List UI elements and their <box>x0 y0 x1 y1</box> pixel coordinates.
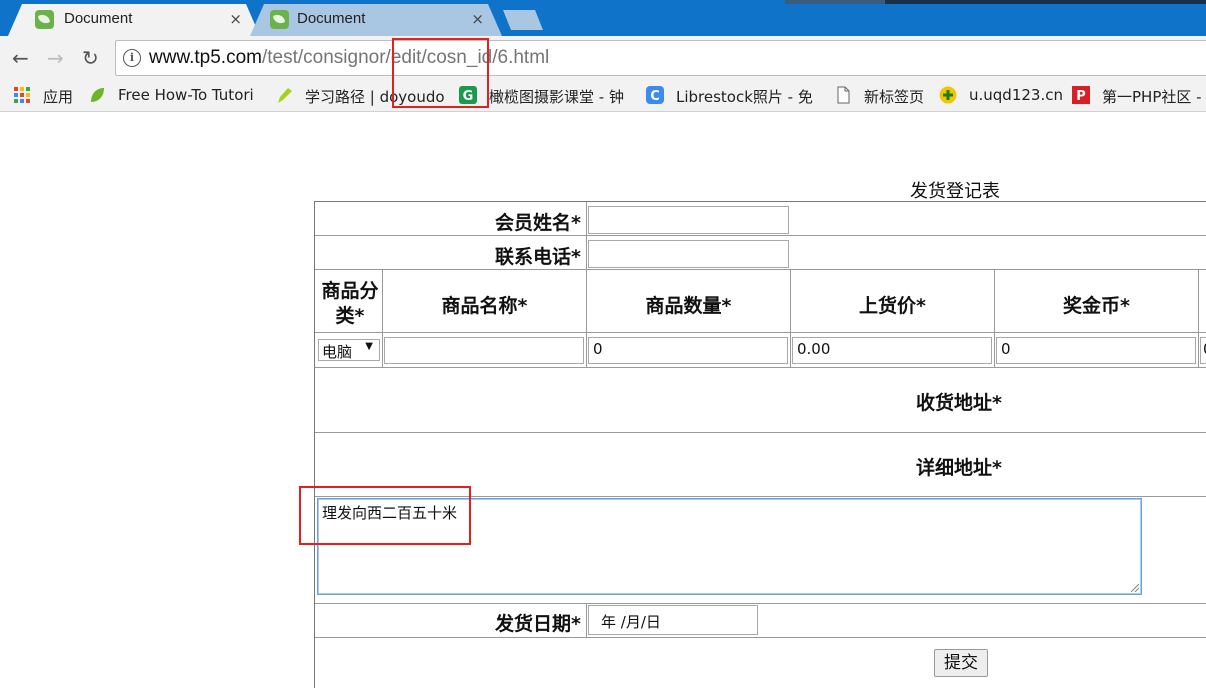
tab-document-inactive[interactable]: Document × <box>250 4 502 36</box>
column-header-quantity: 商品数量* <box>645 295 732 317</box>
tab-document-active[interactable]: Document × <box>8 4 260 36</box>
submit-button[interactable]: 提交 <box>934 649 988 677</box>
info-icon[interactable]: i <box>123 49 141 67</box>
ship-date-input[interactable]: 年 /月/日 <box>588 605 758 635</box>
receive-address-label: 收货地址* <box>916 392 1002 414</box>
browser-tab-strip: Document × Document × <box>0 0 1206 36</box>
reload-icon[interactable]: ↻ <box>82 47 99 69</box>
document-favicon-icon <box>270 10 289 29</box>
column-header-bonus: 奖金币* <box>1063 295 1130 317</box>
chevron-down-icon: ▼ <box>365 341 373 352</box>
red-p-icon: P <box>1072 86 1090 104</box>
forward-arrow-icon[interactable]: → <box>47 47 64 69</box>
pencil-icon <box>278 88 292 103</box>
product-name-input[interactable] <box>384 337 584 364</box>
address-bar[interactable]: i www.tp5.com/test/consignor/edit/cosn_i… <box>115 40 1206 76</box>
quantity-input[interactable]: 0 <box>588 337 788 364</box>
phone-label: 联系电话* <box>495 246 581 268</box>
green-g-icon: G <box>459 86 477 104</box>
blue-c-icon: C <box>646 86 664 104</box>
url-text[interactable]: www.tp5.com/test/consignor/edit/cosn_id/… <box>149 47 549 69</box>
column-header-product-name: 商品名称* <box>441 295 528 317</box>
yellow-plus-icon <box>939 86 957 104</box>
close-icon[interactable]: × <box>229 10 242 28</box>
member-name-label: 会员姓名* <box>495 212 581 234</box>
new-tab-button[interactable] <box>503 10 543 30</box>
apps-grid-icon <box>14 87 30 103</box>
column-header-price: 上货价* <box>859 295 926 317</box>
price-input[interactable]: 0.00 <box>792 337 992 364</box>
bonus-input[interactable]: 0 <box>996 337 1196 364</box>
leaf-icon <box>91 88 104 102</box>
extra-input[interactable]: 0 <box>1200 337 1206 364</box>
tab-title: Document <box>64 10 133 27</box>
detail-address-label: 详细地址* <box>916 457 1002 479</box>
back-arrow-icon[interactable]: ← <box>12 47 29 69</box>
page-icon <box>837 86 850 104</box>
member-name-input[interactable] <box>588 206 789 234</box>
page-title: 发货登记表 <box>910 181 1000 202</box>
browser-toolbar: ← → ↻ i www.tp5.com/test/consignor/edit/… <box>0 36 1206 81</box>
category-select[interactable]: 电脑 ▼ <box>318 339 380 361</box>
svg-text:P: P <box>1076 89 1086 104</box>
document-favicon-icon <box>35 10 54 29</box>
tab-title: Document <box>297 10 366 27</box>
detail-address-textarea[interactable]: 理发向西二百五十米 <box>317 498 1142 595</box>
svg-text:C: C <box>650 89 660 104</box>
column-header-category: 商品分类* <box>321 280 379 327</box>
close-icon[interactable]: × <box>471 10 484 28</box>
phone-input[interactable] <box>588 240 789 268</box>
svg-text:G: G <box>463 89 474 104</box>
shipment-form-table: 会员姓名* 联系电话* 商品分类* 商品名称* 商品数量* 上货价* 奖金币* … <box>314 201 1206 688</box>
window-top-strip <box>785 0 1206 4</box>
resize-handle-icon[interactable] <box>1131 584 1139 592</box>
ship-date-label: 发货日期* <box>495 613 581 635</box>
bookmarks-bar: 应用 Free How-To Tutori 学习路径 | doyoudo G 橄… <box>0 81 1206 112</box>
